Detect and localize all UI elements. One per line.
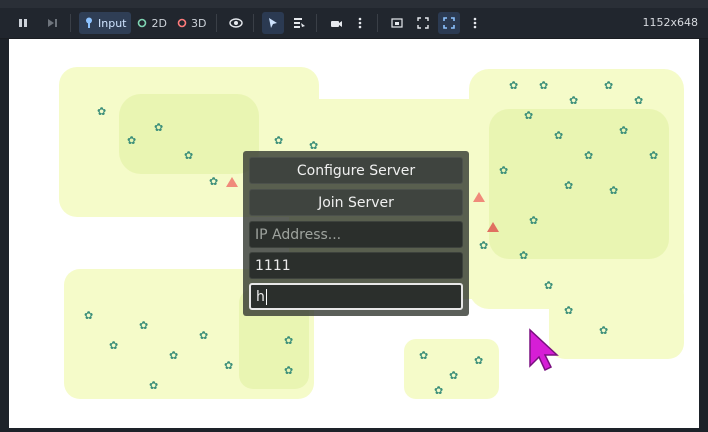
- toolbar-divider: [316, 14, 318, 32]
- embed-options-button[interactable]: [464, 12, 486, 34]
- bush-icon: ✿: [274, 134, 284, 147]
- resolution-label: 1152x648: [642, 16, 699, 29]
- tent-icon: [487, 222, 499, 232]
- bush-icon: ✿: [509, 79, 519, 92]
- input-toggle-label: Input: [98, 16, 127, 30]
- eye-icon: [229, 18, 244, 28]
- input-toggle-button[interactable]: Input: [79, 12, 132, 34]
- bush-icon: ✿: [529, 214, 539, 227]
- bush-icon: ✿: [569, 94, 579, 107]
- bush-icon: ✿: [149, 379, 159, 392]
- name-input-value: h: [256, 288, 265, 305]
- mouse-pointer-icon: [529, 328, 559, 372]
- pause-icon: [19, 19, 27, 27]
- pause-button[interactable]: [12, 12, 34, 34]
- step-frame-icon: [48, 19, 57, 27]
- bush-icon: ✿: [564, 179, 574, 192]
- bush-icon: ✿: [524, 109, 534, 122]
- toolbar-divider: [70, 14, 71, 32]
- bush-icon: ✿: [544, 279, 554, 292]
- visibility-button[interactable]: [225, 12, 247, 34]
- land-mass: [549, 279, 684, 359]
- bush-icon: ✿: [169, 349, 179, 362]
- camera-icon: [331, 21, 343, 27]
- bush-icon: ✿: [127, 134, 137, 147]
- bush-icon: ✿: [634, 94, 644, 107]
- tent-icon: [473, 192, 485, 202]
- join-server-button[interactable]: Join Server: [249, 189, 463, 216]
- name-input[interactable]: h: [249, 283, 463, 310]
- bush-icon: ✿: [519, 249, 529, 262]
- list-cursor-icon: [294, 18, 306, 28]
- select-tool-button[interactable]: [262, 12, 285, 34]
- bush-icon: ✿: [224, 359, 234, 372]
- fit-button[interactable]: [412, 12, 434, 34]
- joystick-icon: [86, 17, 92, 28]
- server-config-panel: Configure Server Join Server IP Address.…: [243, 151, 469, 316]
- keep-aspect-button[interactable]: [438, 12, 461, 34]
- bush-icon: ✿: [419, 349, 429, 362]
- ip-address-input[interactable]: IP Address...: [249, 221, 463, 248]
- mode-3d-label: 3D: [190, 16, 207, 30]
- bush-icon: ✿: [154, 121, 164, 134]
- bush-icon: ✿: [584, 149, 594, 162]
- bush-icon: ✿: [284, 334, 294, 347]
- bush-icon: ✿: [649, 149, 659, 162]
- bush-icon: ✿: [499, 164, 509, 177]
- game-viewport[interactable]: ✿ ✿ ✿ ✿ ✿ ✿ ✿ ✿ ✿ ✿ ✿ ✿ ✿ ✿ ✿ ✿ ✿ ✿ ✿ ✿ …: [9, 39, 699, 428]
- bush-icon: ✿: [449, 369, 459, 382]
- bush-icon: ✿: [619, 124, 629, 137]
- bush-icon: ✿: [474, 354, 484, 367]
- bush-icon: ✿: [599, 324, 609, 337]
- bush-icon: ✿: [84, 309, 94, 322]
- arrow-cursor-icon: [269, 18, 278, 28]
- mode-2d-button[interactable]: 2D: [133, 12, 170, 34]
- circle-2d-icon: [138, 18, 147, 28]
- bush-icon: ✿: [554, 129, 564, 142]
- circle-3d-icon: [177, 18, 187, 28]
- bush-icon: ✿: [109, 339, 119, 352]
- land-mass: [119, 94, 259, 174]
- list-select-button[interactable]: [288, 12, 310, 34]
- bush-icon: ✿: [139, 319, 149, 332]
- toolbar-divider: [216, 14, 218, 32]
- bush-icon: ✿: [539, 79, 549, 92]
- bush-icon: ✿: [97, 105, 107, 118]
- configure-server-button[interactable]: Configure Server: [249, 157, 463, 184]
- port-input[interactable]: 1111: [249, 252, 463, 279]
- kebab-menu-icon: [359, 17, 362, 29]
- bush-icon: ✿: [284, 364, 294, 377]
- bush-icon: ✿: [609, 184, 619, 197]
- bush-icon: ✿: [564, 304, 574, 317]
- land-mass: [489, 109, 669, 259]
- bush-icon: ✿: [184, 149, 194, 162]
- embed-button[interactable]: [386, 12, 408, 34]
- stretch-icon: [443, 17, 456, 29]
- fit-expand-icon: [417, 17, 430, 29]
- bush-icon: ✿: [434, 384, 444, 397]
- bush-icon: ✿: [199, 329, 209, 342]
- bush-icon: ✿: [209, 175, 219, 188]
- camera-options-button[interactable]: [349, 12, 371, 34]
- toolbar-divider: [377, 14, 379, 32]
- next-frame-button[interactable]: [42, 12, 64, 34]
- bush-icon: ✿: [479, 239, 489, 252]
- mode-3d-button[interactable]: 3D: [173, 12, 210, 34]
- mode-2d-label: 2D: [151, 16, 167, 30]
- bush-icon: ✿: [604, 79, 614, 92]
- tent-icon: [226, 177, 238, 187]
- toolbar-divider: [253, 14, 255, 32]
- window-top-strip: [0, 0, 708, 8]
- game-toolbar: Input 2D 3D 1152x648: [0, 8, 708, 39]
- camera-override-button[interactable]: [325, 12, 347, 34]
- embed-window-icon: [391, 18, 404, 28]
- text-caret: [265, 288, 267, 305]
- kebab-menu-icon: [474, 17, 477, 29]
